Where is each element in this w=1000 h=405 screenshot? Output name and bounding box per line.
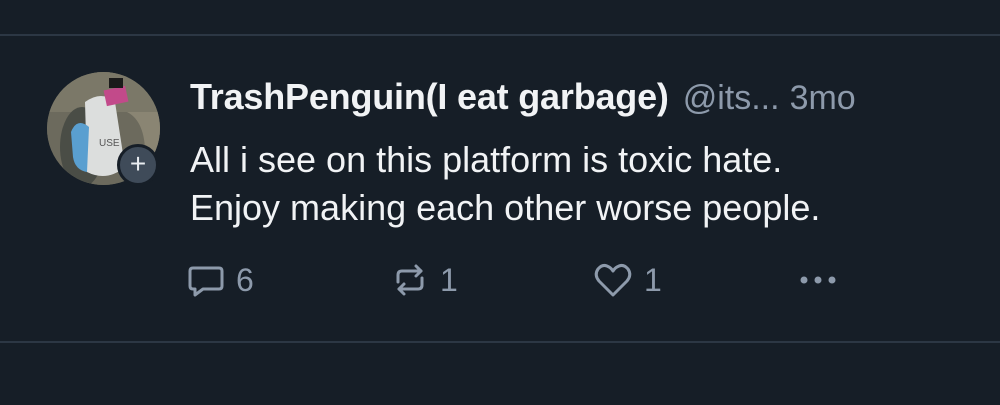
avatar-container[interactable]: USE + <box>47 72 160 186</box>
post-header: TrashPenguin(I eat garbage) @its... 3mo <box>190 76 990 122</box>
post-text: All i see on this platform is toxic hate… <box>190 136 980 232</box>
repost-button[interactable]: 1 <box>390 258 458 302</box>
author-handle[interactable]: @its... <box>683 79 780 118</box>
author-display-name[interactable]: TrashPenguin(I eat garbage) <box>190 76 669 118</box>
more-options-icon <box>800 276 836 284</box>
plus-icon: + <box>129 148 147 179</box>
repost-count: 1 <box>440 261 458 298</box>
bottom-divider <box>0 341 1000 343</box>
heart-icon <box>594 263 632 297</box>
like-button[interactable]: 1 <box>592 258 662 302</box>
svg-text:USE: USE <box>99 138 120 149</box>
feed-page: USE + TrashPenguin(I eat garbage) @its..… <box>0 0 1000 405</box>
reply-count: 6 <box>236 261 254 298</box>
post-timestamp[interactable]: 3mo <box>790 79 856 118</box>
follow-button[interactable]: + <box>117 144 159 186</box>
reply-button[interactable]: 6 <box>186 258 254 302</box>
post-item[interactable]: USE + TrashPenguin(I eat garbage) @its..… <box>0 36 1000 341</box>
reply-icon <box>188 266 224 297</box>
like-count: 1 <box>644 261 662 298</box>
post-text-line: All i see on this platform is toxic hate… <box>190 139 783 180</box>
post-actions: 6 1 1 <box>186 258 886 302</box>
post-text-line: Enjoy making each other worse people. <box>190 187 821 228</box>
repost-icon <box>396 264 424 296</box>
more-options-button[interactable] <box>796 258 840 302</box>
